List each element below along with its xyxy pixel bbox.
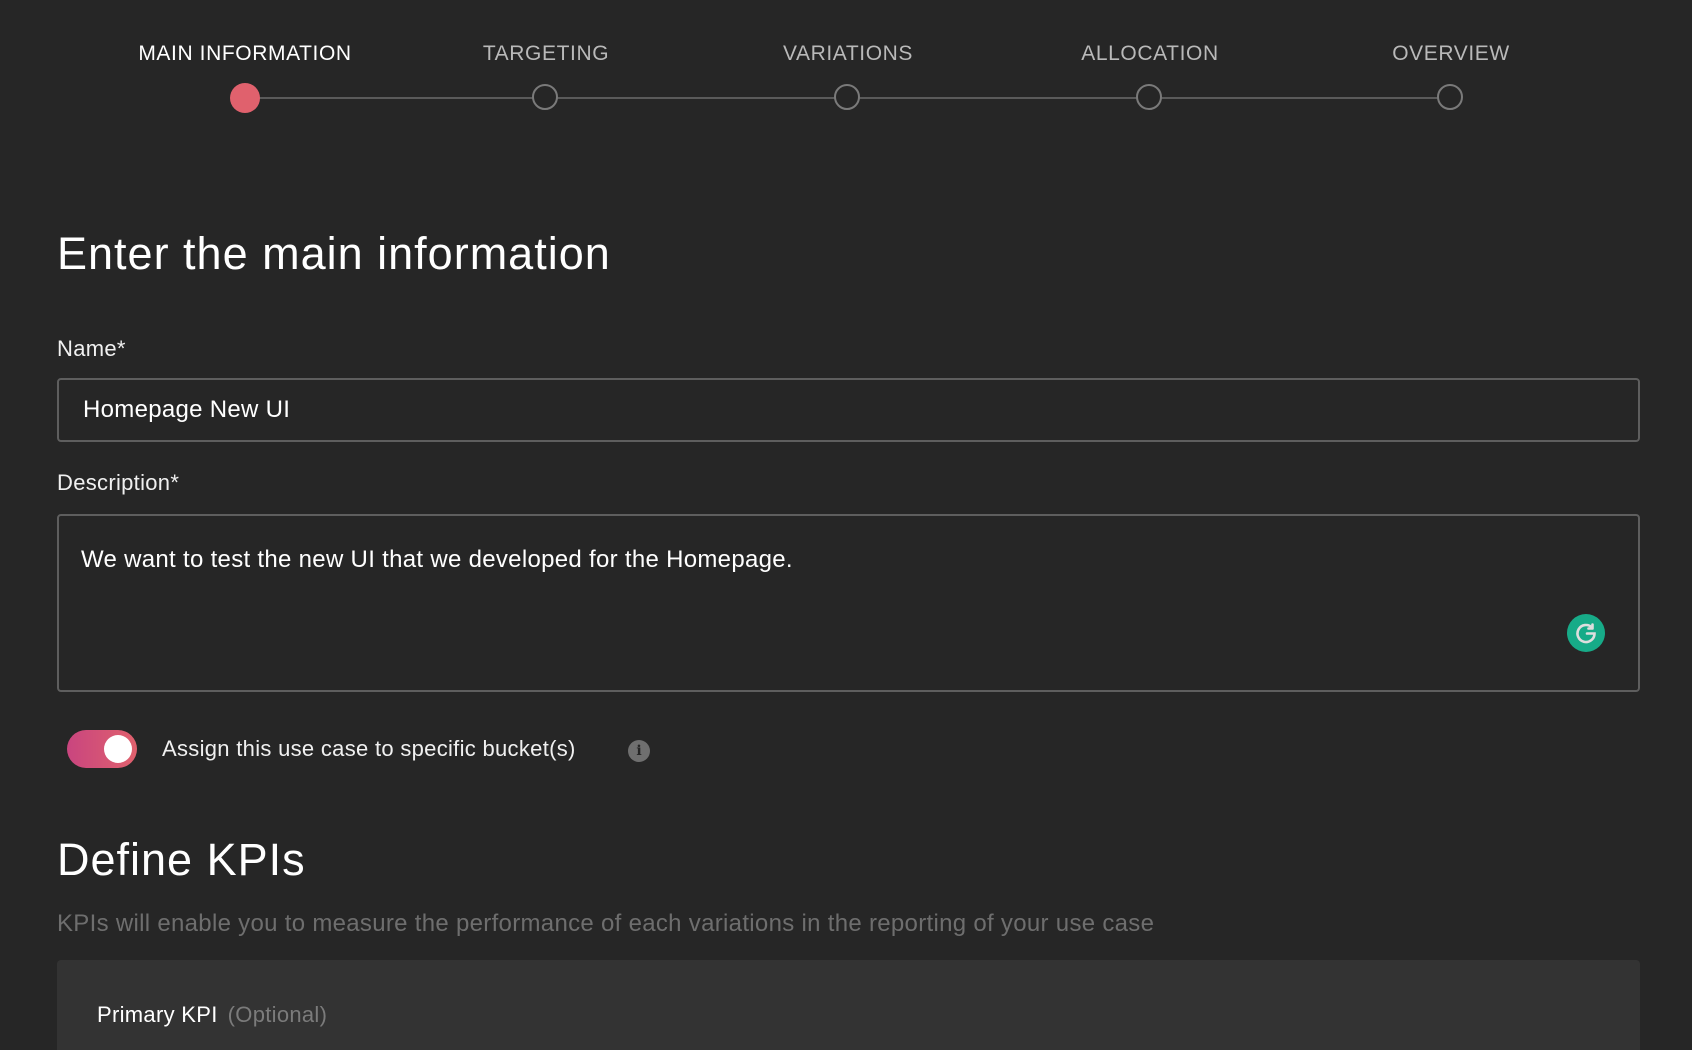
bucket-toggle-label: Assign this use case to specific bucket(… <box>162 736 576 761</box>
primary-kpi-heading: Primary KPI (Optional) <box>97 1002 327 1028</box>
grammarly-icon[interactable] <box>1567 614 1605 652</box>
step-allocation[interactable]: ALLOCATION <box>1000 0 1300 110</box>
kpi-hint: KPIs will enable you to measure the perf… <box>57 910 1155 937</box>
toggle-knob <box>104 735 132 763</box>
step-overview[interactable]: OVERVIEW <box>1301 0 1601 110</box>
step-label: MAIN INFORMATION <box>138 42 352 65</box>
step-label: VARIATIONS <box>782 42 914 65</box>
step-label: OVERVIEW <box>1392 42 1510 65</box>
primary-kpi-card[interactable]: Primary KPI (Optional) <box>57 960 1640 1050</box>
name-label: Name* <box>57 336 126 361</box>
primary-kpi-optional: (Optional) <box>227 1002 328 1027</box>
step-label: TARGETING <box>482 42 610 65</box>
step-targeting[interactable]: TARGETING <box>396 0 696 110</box>
step-dot <box>834 84 860 110</box>
kpi-title: Define KPIs <box>57 834 306 885</box>
stepper: MAIN INFORMATION TARGETING VARIATIONS AL… <box>0 0 1692 140</box>
description-textarea[interactable]: We want to test the new UI that we devel… <box>57 514 1640 692</box>
step-dot-active <box>230 83 260 113</box>
bucket-toggle[interactable] <box>67 730 137 768</box>
step-dot <box>1136 84 1162 110</box>
step-variations[interactable]: VARIATIONS <box>698 0 998 110</box>
step-dot <box>532 84 558 110</box>
primary-kpi-label: Primary KPI <box>97 1002 218 1027</box>
description-label: Description* <box>57 470 180 495</box>
info-icon[interactable]: i <box>628 740 650 762</box>
page: MAIN INFORMATION TARGETING VARIATIONS AL… <box>0 0 1692 1050</box>
name-input[interactable] <box>57 378 1640 442</box>
step-label: ALLOCATION <box>1081 42 1219 65</box>
step-main-information[interactable]: MAIN INFORMATION <box>95 0 395 113</box>
step-dot <box>1437 84 1463 110</box>
main-info-title: Enter the main information <box>57 228 611 279</box>
